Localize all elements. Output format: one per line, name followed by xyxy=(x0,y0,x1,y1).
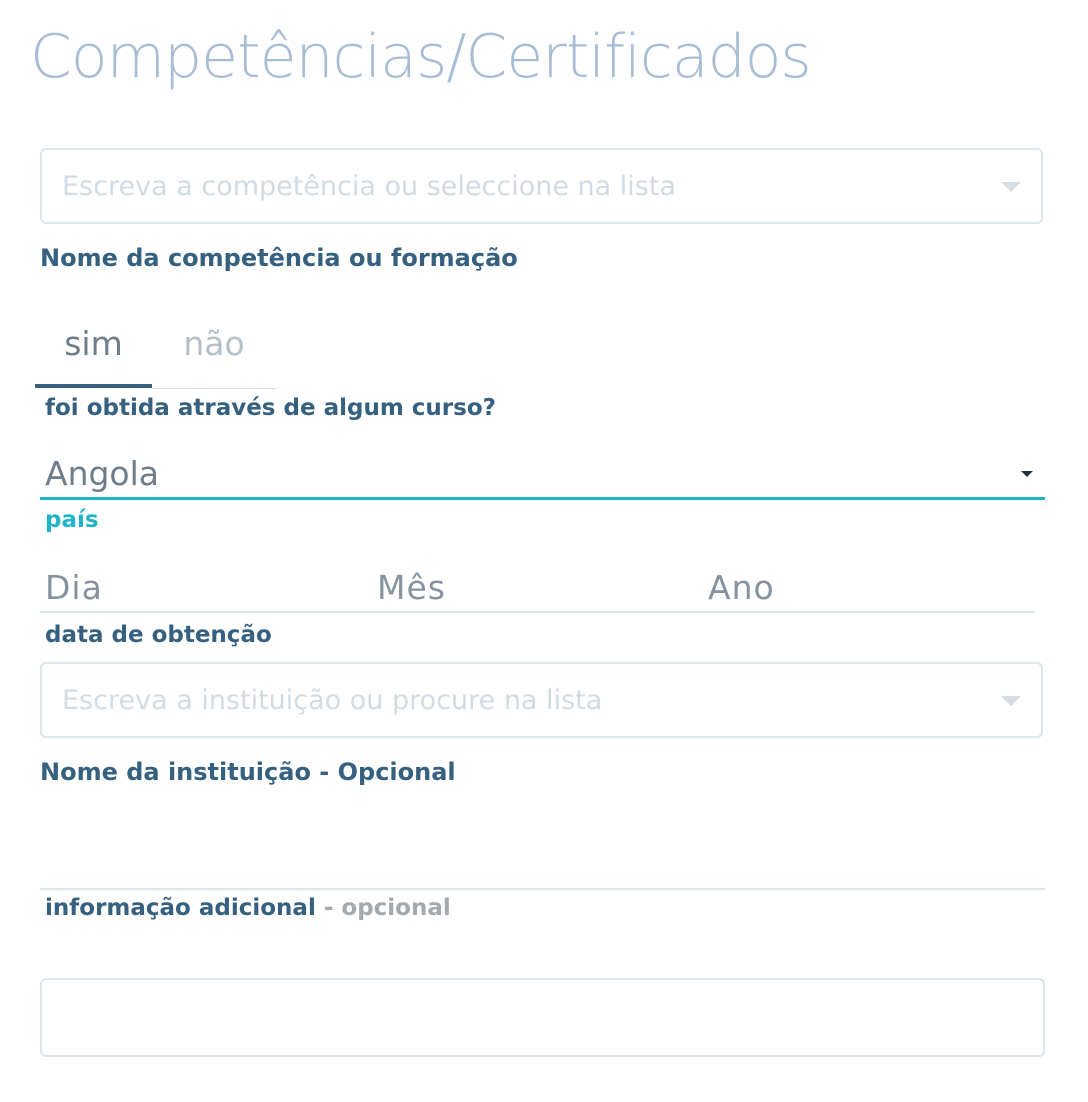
chevron-down-icon[interactable] xyxy=(1001,182,1021,192)
page-title: Competências/Certificados xyxy=(30,22,812,92)
day-field[interactable]: Dia xyxy=(45,568,103,607)
competence-combobox[interactable] xyxy=(40,148,1043,224)
tab-sim[interactable]: sim xyxy=(35,318,152,388)
country-value: Angola xyxy=(45,454,160,493)
additional-info-input[interactable] xyxy=(40,838,1045,890)
extra-input[interactable] xyxy=(40,978,1045,1057)
country-label: país xyxy=(45,507,99,533)
additional-info-label: informação adicional - opcional xyxy=(45,895,451,921)
competence-label: Nome da competência ou formação xyxy=(40,244,518,272)
institution-label: Nome da instituição - Opcional xyxy=(40,758,456,786)
additional-info-label-text: informação adicional xyxy=(45,895,316,921)
competences-form: Competências/Certificados Nome da compet… xyxy=(0,0,1088,1102)
date-picker: Dia Mês Ano xyxy=(40,560,1035,613)
optional-suffix: - opcional xyxy=(323,895,451,921)
date-label: data de obtenção xyxy=(45,622,272,648)
year-field[interactable]: Ano xyxy=(708,568,775,607)
course-tabs: sim não xyxy=(35,318,276,390)
tab-nao[interactable]: não xyxy=(152,318,276,389)
competence-input[interactable] xyxy=(62,150,962,222)
chevron-down-icon[interactable] xyxy=(1001,696,1021,706)
institution-combobox[interactable] xyxy=(40,662,1043,738)
course-question-label: foi obtida através de algum curso? xyxy=(45,395,496,421)
country-select[interactable]: Angola xyxy=(40,448,1045,500)
institution-input[interactable] xyxy=(62,664,962,736)
month-field[interactable]: Mês xyxy=(377,568,446,607)
caret-down-icon[interactable] xyxy=(1021,471,1033,477)
